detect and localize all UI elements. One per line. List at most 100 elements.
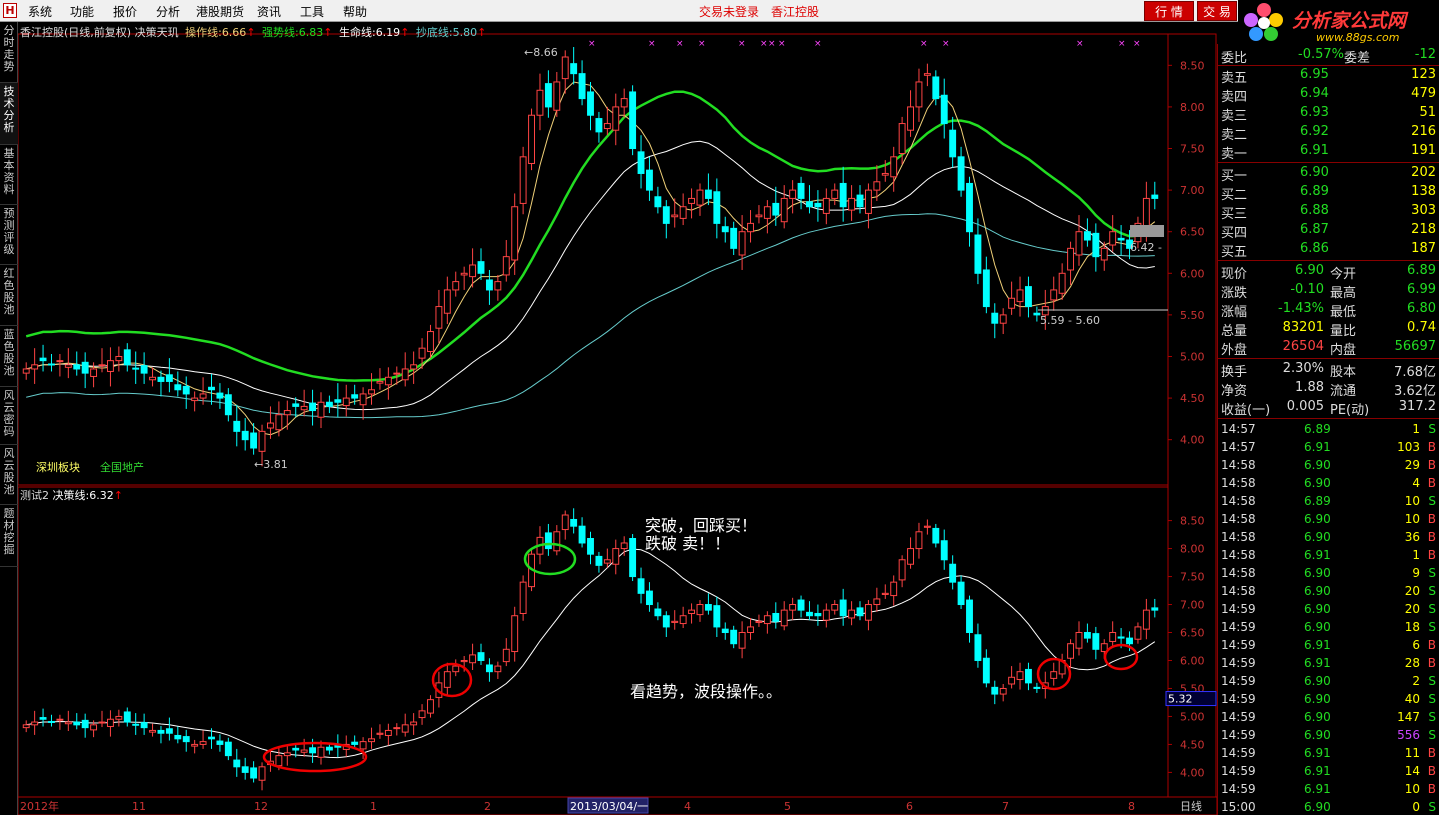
- candle-body: [73, 721, 81, 726]
- tab-technical[interactable]: 技术分析: [0, 83, 18, 145]
- candle-body: [974, 634, 982, 661]
- tab-forecast[interactable]: 预测评级: [0, 205, 18, 265]
- tick-time: 14:58: [1221, 494, 1256, 508]
- stat-row: 总量 83201 量比 0.74: [1218, 319, 1439, 339]
- candle-body: [1134, 626, 1142, 640]
- candle-body: [890, 156, 898, 178]
- kline-chart[interactable]: × × × × × × × × × × × × × × 8.508.007.507.006.506.005…: [18, 22, 1217, 815]
- tick-row: 14:59 6.91 28 B: [1218, 655, 1439, 673]
- quote-button[interactable]: 行 情: [1144, 1, 1194, 21]
- candle-body: [603, 123, 611, 130]
- menu-system[interactable]: 系统: [28, 3, 52, 20]
- weibi-value: -0.57%: [1298, 47, 1344, 62]
- candle-body: [157, 729, 165, 734]
- tick-side: S: [1428, 728, 1436, 742]
- candle-body: [772, 612, 780, 622]
- decision-line-label: 决策线:: [52, 489, 90, 502]
- menu-analysis[interactable]: 分析: [156, 3, 180, 20]
- candle-body: [106, 718, 114, 728]
- candle-body: [39, 357, 47, 362]
- tick-side: S: [1428, 494, 1436, 508]
- candle-body: [679, 206, 687, 219]
- fundamental-value: 317.2: [1398, 399, 1436, 414]
- candle-body: [233, 759, 241, 768]
- top-ytick-label: 6.00: [1180, 267, 1205, 280]
- tab-theme[interactable]: 题材挖掘: [0, 505, 18, 567]
- top-ytick-label: 5.50: [1180, 309, 1205, 322]
- ask-price: 6.91: [1300, 143, 1329, 158]
- candle-body: [696, 189, 704, 206]
- candle-body: [241, 430, 249, 441]
- sector-realestate[interactable]: 全国地产: [100, 459, 144, 475]
- candle-body: [149, 376, 156, 381]
- ask-volume: 479: [1411, 86, 1436, 101]
- signal-circles: [262, 542, 1139, 773]
- bid-volume: 138: [1411, 184, 1436, 199]
- candle-body: [519, 156, 527, 204]
- bid-label: 买五: [1221, 245, 1248, 260]
- candle-body: [898, 559, 906, 581]
- tick-row: 14:59 6.90 40 S: [1218, 691, 1439, 709]
- tab-fundamentals[interactable]: 基本资料: [0, 145, 18, 205]
- sector-shenzhen[interactable]: 深圳板块: [36, 459, 80, 475]
- candle-body: [1033, 686, 1041, 689]
- menu-quote[interactable]: 报价: [113, 3, 137, 20]
- tick-side: S: [1428, 566, 1436, 580]
- candle-body: [671, 214, 679, 218]
- tick-time: 15:00: [1221, 800, 1256, 814]
- signal-mark: ×: [738, 39, 746, 49]
- menu-hk-futures[interactable]: 港股期货: [196, 3, 244, 20]
- bottom-indicator-lines: [26, 548, 1156, 759]
- candle-body: [199, 741, 207, 745]
- signal-mark: ×: [1133, 39, 1141, 49]
- tab-fengyun-code[interactable]: 风云密码: [0, 387, 18, 445]
- ask-volume: 191: [1411, 143, 1436, 158]
- chart-title: 香江控股(日线,前复权): [20, 26, 132, 39]
- candle-body: [553, 81, 561, 111]
- xaxis-label: 2: [484, 800, 491, 813]
- tick-volume: 556: [1397, 728, 1420, 742]
- trade-button[interactable]: 交 易: [1197, 1, 1237, 21]
- tick-time: 14:58: [1221, 566, 1256, 580]
- candle-body: [393, 372, 401, 375]
- menu-help[interactable]: 帮助: [343, 3, 367, 20]
- candle-body: [90, 368, 98, 377]
- tab-fengyun-pool[interactable]: 风云股池: [0, 445, 18, 505]
- tab-intraday[interactable]: 分时走势: [0, 22, 18, 83]
- ask-price: 6.94: [1300, 86, 1329, 101]
- tick-time: 14:58: [1221, 512, 1256, 526]
- candle-body: [191, 743, 199, 747]
- candle-body: [763, 206, 771, 219]
- tick-price: 6.90: [1304, 674, 1331, 688]
- signal-mark: ×: [942, 39, 950, 49]
- candle-body: [31, 721, 39, 726]
- menu-function[interactable]: 功能: [70, 3, 94, 20]
- candle-body: [940, 540, 948, 561]
- signal-mark: ×: [1076, 39, 1084, 49]
- annotation-breakdown: 跌破 卖！！: [645, 534, 731, 553]
- candle-body: [704, 189, 712, 199]
- tick-side: S: [1428, 710, 1436, 724]
- tab-blue-pool[interactable]: 蓝色股池: [0, 326, 18, 387]
- tick-row: 14:59 6.90 20 S: [1218, 601, 1439, 619]
- candle-body: [182, 736, 190, 743]
- candle-body: [528, 114, 535, 164]
- top-ytick-label: 4.50: [1180, 392, 1205, 405]
- bottom-ytick-label: 7.00: [1180, 599, 1205, 612]
- tick-price: 6.89: [1304, 494, 1331, 508]
- candle-body: [98, 364, 106, 367]
- candle-body: [511, 206, 519, 261]
- candle-body: [359, 393, 367, 406]
- menu-news[interactable]: 资讯: [257, 3, 281, 20]
- tick-volume: 6: [1412, 638, 1420, 652]
- menu-tools[interactable]: 工具: [300, 3, 324, 20]
- candle-body: [848, 197, 856, 211]
- candle-body: [974, 234, 982, 274]
- bid-label: 买一: [1221, 169, 1248, 184]
- candle-body: [688, 609, 696, 614]
- candle-body: [772, 202, 780, 216]
- candle-body: [376, 732, 384, 735]
- candle-body: [747, 222, 754, 233]
- candle-body: [1092, 633, 1100, 650]
- tab-red-pool[interactable]: 红色股池: [0, 265, 18, 326]
